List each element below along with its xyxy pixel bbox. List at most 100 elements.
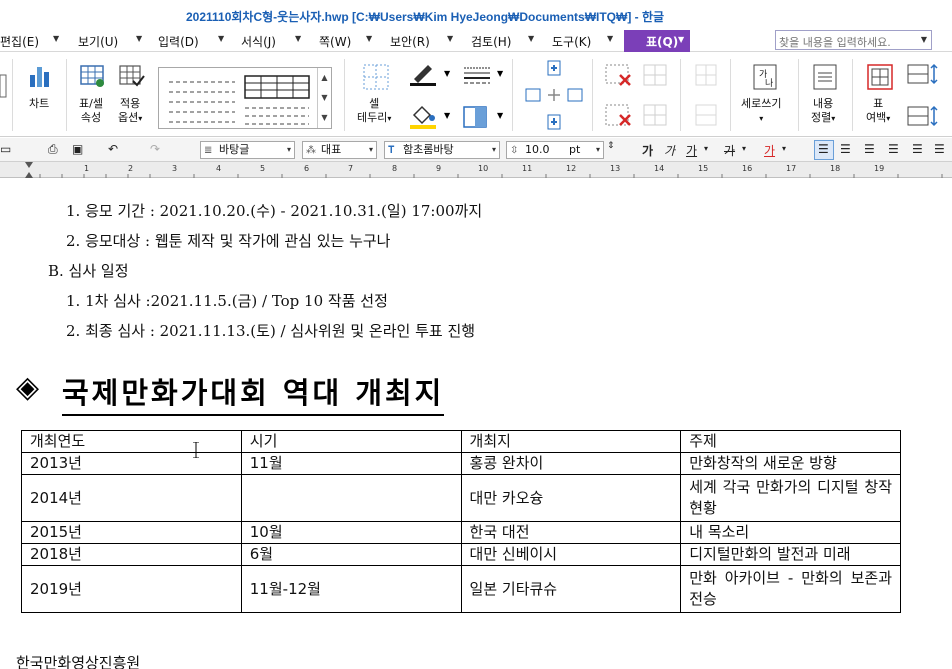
chevron-down-icon[interactable]: ▼ — [318, 88, 331, 108]
table-cell[interactable]: 세계 각국 만화가의 디지털 창작 현황 — [680, 474, 901, 522]
chevron-down-icon[interactable]: ▼ — [497, 111, 503, 120]
table-cell[interactable]: 디지털만화의 발전과 미래 — [680, 543, 901, 566]
fill-color-icon[interactable] — [408, 103, 438, 131]
chevron-down-icon[interactable]: ▾ — [782, 144, 786, 153]
vertical-writing-label[interactable]: 세로쓰기 ▾ — [741, 97, 781, 126]
table-cell[interactable]: 2013년 — [21, 452, 242, 475]
doc-line[interactable]: 1. 1차 심사 :2021.11.5.(금) / Top 10 작품 선정 — [66, 290, 388, 311]
table-cell[interactable]: 6월 — [240, 543, 462, 566]
doc-line[interactable]: 2. 최종 심사 : 2021.11.13.(토) / 심사위원 및 온라인 투… — [66, 320, 475, 341]
menu-security[interactable]: 보안(R) — [390, 33, 430, 50]
menu-tools[interactable]: 도구(K) — [552, 33, 591, 50]
undo-icon[interactable]: ↶ — [108, 142, 118, 156]
search-box[interactable]: ▼ — [775, 30, 932, 52]
cell-border-label[interactable]: 셀 테두리▾ — [357, 97, 391, 126]
chart-label[interactable]: 차트 — [29, 97, 49, 111]
align-distribute-icon[interactable]: ☰ — [912, 142, 923, 156]
chevron-down-icon[interactable]: ▾ — [492, 142, 496, 158]
table-cell[interactable]: 일본 기타큐슈 — [460, 565, 682, 613]
footer-text[interactable]: 한국만화영상진흥원 — [16, 652, 140, 669]
table-cell[interactable]: 내 목소리 — [680, 521, 901, 544]
chevron-down-icon[interactable]: ▼ — [607, 34, 613, 43]
delete-row-icon[interactable] — [604, 103, 634, 129]
table-cell[interactable]: 만화창작의 새로운 방향 — [680, 452, 901, 475]
strikethrough-button[interactable]: 가 — [724, 142, 735, 159]
language-combo[interactable]: ⁂ 대표 ▾ — [302, 141, 377, 159]
chevron-down-icon[interactable]: ▼ — [497, 69, 503, 78]
stepper-icon[interactable]: ⇕ — [607, 141, 615, 151]
table-cell[interactable]: 11월-12월 — [240, 565, 462, 613]
align-center-icon[interactable]: ☰ — [864, 142, 875, 156]
chevron-down-icon[interactable]: ▼ — [921, 35, 927, 44]
align-left-icon[interactable]: ☰ — [840, 142, 851, 156]
vertical-writing-icon[interactable]: 가 나 — [752, 63, 780, 93]
table-header-cell[interactable]: 시기 — [240, 430, 462, 453]
menu-review[interactable]: 검토(H) — [471, 33, 511, 50]
document-area[interactable]: 1. 응모 기간 : 2021.10.20.(수) - 2021.10.31.(… — [0, 178, 952, 669]
apply-options-icon[interactable] — [119, 63, 145, 89]
table-margin-icon[interactable] — [866, 63, 894, 91]
style-icon[interactable]: ▭ — [0, 142, 11, 156]
chevron-down-icon[interactable]: ▾ — [287, 142, 291, 158]
chevron-down-icon[interactable]: ▾ — [596, 142, 600, 158]
table-margin-label[interactable]: 표 여백▾ — [866, 97, 890, 126]
doc-line[interactable]: B. 심사 일정 — [48, 260, 129, 281]
font-size-combo[interactable]: ⇳ 10.0 pt ▾ — [506, 141, 604, 159]
heading-text[interactable]: 국제만화가대회 역대 개최지 — [62, 370, 445, 416]
chevron-down-icon[interactable]: ▼ — [447, 34, 453, 43]
search-input[interactable] — [776, 33, 916, 52]
chevron-down-icon[interactable]: ▼ — [528, 34, 534, 43]
underline-button[interactable]: 가 — [686, 142, 697, 159]
table-header-cell[interactable]: 개최지 — [460, 430, 682, 453]
table-header-cell[interactable]: 개최연도 — [21, 430, 242, 453]
table-props-label[interactable]: 표/셀 속성 — [79, 97, 103, 125]
ruler[interactable]: 1 2 3 4 5 6 7 8 9 10 11 12 13 14 15 16 1… — [0, 162, 952, 178]
content-align-icon[interactable] — [812, 63, 838, 91]
chevron-down-icon[interactable]: ▼ — [366, 34, 372, 43]
table-cell[interactable]: 홍콩 완차이 — [460, 452, 682, 475]
menu-insert[interactable]: 입력(D) — [158, 33, 199, 50]
chevron-down-icon[interactable]: ▼ — [444, 69, 450, 78]
font-color-button[interactable]: 가 — [764, 142, 775, 159]
table-cell[interactable]: 만화 아카이브 - 만화의 보존과 전승 — [680, 565, 901, 613]
venue-table[interactable]: 개최연도 시기 개최지 주제 2013년 11월 홍콩 완차이 만화창작의 새로… — [21, 430, 901, 613]
redo-icon[interactable]: ↷ — [150, 142, 160, 156]
table-cell[interactable]: 2019년 — [21, 565, 242, 613]
table-cell[interactable]: 2018년 — [21, 543, 242, 566]
table-cell[interactable]: 대만 신베이시 — [460, 543, 682, 566]
align-divide-icon[interactable]: ☰ — [934, 142, 945, 156]
table-cell[interactable]: 11월 — [240, 452, 462, 475]
doc-line[interactable]: 2. 응모대상 : 웹툰 제작 및 작가에 관심 있는 누구나 — [66, 230, 390, 251]
menu-format[interactable]: 서식(J) — [241, 33, 276, 50]
insert-row-column-icon[interactable] — [522, 59, 588, 133]
line-style-icon[interactable] — [462, 65, 492, 85]
apply-options-label[interactable]: 적용 옵션▾ — [118, 97, 142, 126]
table-header-cell[interactable]: 주제 — [680, 430, 901, 453]
table-cell[interactable]: 대만 카오슝 — [460, 474, 682, 522]
bar-chart-icon[interactable] — [28, 63, 54, 89]
table-cell[interactable] — [240, 474, 462, 522]
chevron-down-icon[interactable]: ▾ — [369, 142, 373, 158]
column-width-icon[interactable] — [906, 103, 940, 129]
menu-page[interactable]: 쪽(W) — [319, 33, 351, 50]
chevron-down-icon[interactable]: ▼ — [136, 34, 142, 43]
chevron-down-icon[interactable]: ▾ — [742, 144, 746, 153]
content-align-label[interactable]: 내용 정렬▾ — [811, 97, 835, 126]
table-cell[interactable]: 10월 — [240, 521, 462, 544]
menu-table-tab[interactable]: 표(Q) ▼ — [624, 30, 690, 52]
style-combo[interactable]: ≣ 바탕글 ▾ — [200, 141, 295, 159]
line-color-icon[interactable] — [408, 61, 438, 87]
preview-icon[interactable]: ▣ — [72, 142, 83, 156]
print-icon[interactable]: ⎙ — [48, 142, 58, 157]
cell-shade-icon[interactable] — [462, 105, 490, 129]
italic-button[interactable]: 가 — [664, 142, 675, 159]
table-cell[interactable]: 2015년 — [21, 521, 242, 544]
chevron-up-icon[interactable]: ▲ — [318, 68, 331, 88]
table-cell[interactable]: 2014년 — [21, 474, 242, 522]
chevron-down-icon[interactable]: ▼ — [295, 34, 301, 43]
gallery-expand-icon[interactable]: ▼ — [318, 108, 331, 128]
font-combo[interactable]: 𝐓 함초롬바탕 ▾ — [384, 141, 500, 159]
partial-icon[interactable] — [0, 71, 8, 101]
menu-edit[interactable]: 편집(E) — [0, 33, 39, 50]
chevron-down-icon[interactable]: ▾ — [704, 144, 708, 153]
